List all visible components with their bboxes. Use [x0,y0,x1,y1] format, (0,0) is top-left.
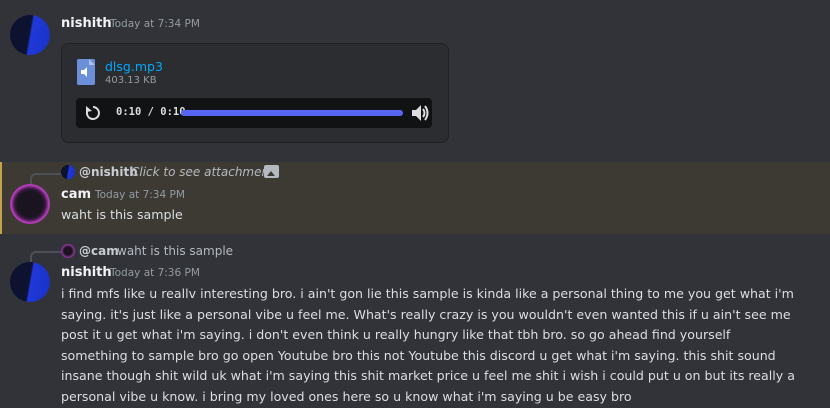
reply-avatar [61,165,75,179]
timestamp: Today at 7:34 PM [110,18,200,30]
audio-player: 0:10 / 0:10 [76,98,432,128]
avatar-cam[interactable] [10,184,50,224]
author-name[interactable]: nishith [61,265,112,280]
timestamp: Today at 7:36 PM [110,267,200,279]
reply-avatar [61,244,75,258]
author-name[interactable]: cam [61,187,91,202]
image-icon[interactable] [264,165,279,178]
replay-icon[interactable] [83,103,103,123]
author-name[interactable]: nishith [61,16,112,31]
reply-connector [30,173,62,184]
reply-mention[interactable]: @nishith [79,165,138,179]
message-text: i find mfs like u reallv interesting bro… [61,286,795,404]
file-size: 403.13 KB [105,75,157,86]
reply-text[interactable]: waht is this sample [117,244,233,258]
audio-attachment: dlsg.mp3 403.13 KB 0:10 / 0:10 [61,43,449,143]
volume-icon[interactable] [410,102,430,124]
reply-connector [30,251,62,262]
message-text: waht is this sample [61,207,183,222]
reply-text[interactable]: Click to see attachment [131,165,274,179]
time-display: 0:10 / 0:10 [116,106,186,118]
file-name-link[interactable]: dlsg.mp3 [105,59,163,74]
timestamp: Today at 7:34 PM [95,189,185,201]
avatar-nishith[interactable] [10,262,50,302]
reply-mention[interactable]: @cam [79,244,119,258]
avatar-nishith[interactable] [10,15,50,55]
file-audio-icon [77,59,95,85]
progress-track[interactable] [181,110,403,116]
highlight-bar [0,162,2,234]
progress-fill [181,110,403,116]
